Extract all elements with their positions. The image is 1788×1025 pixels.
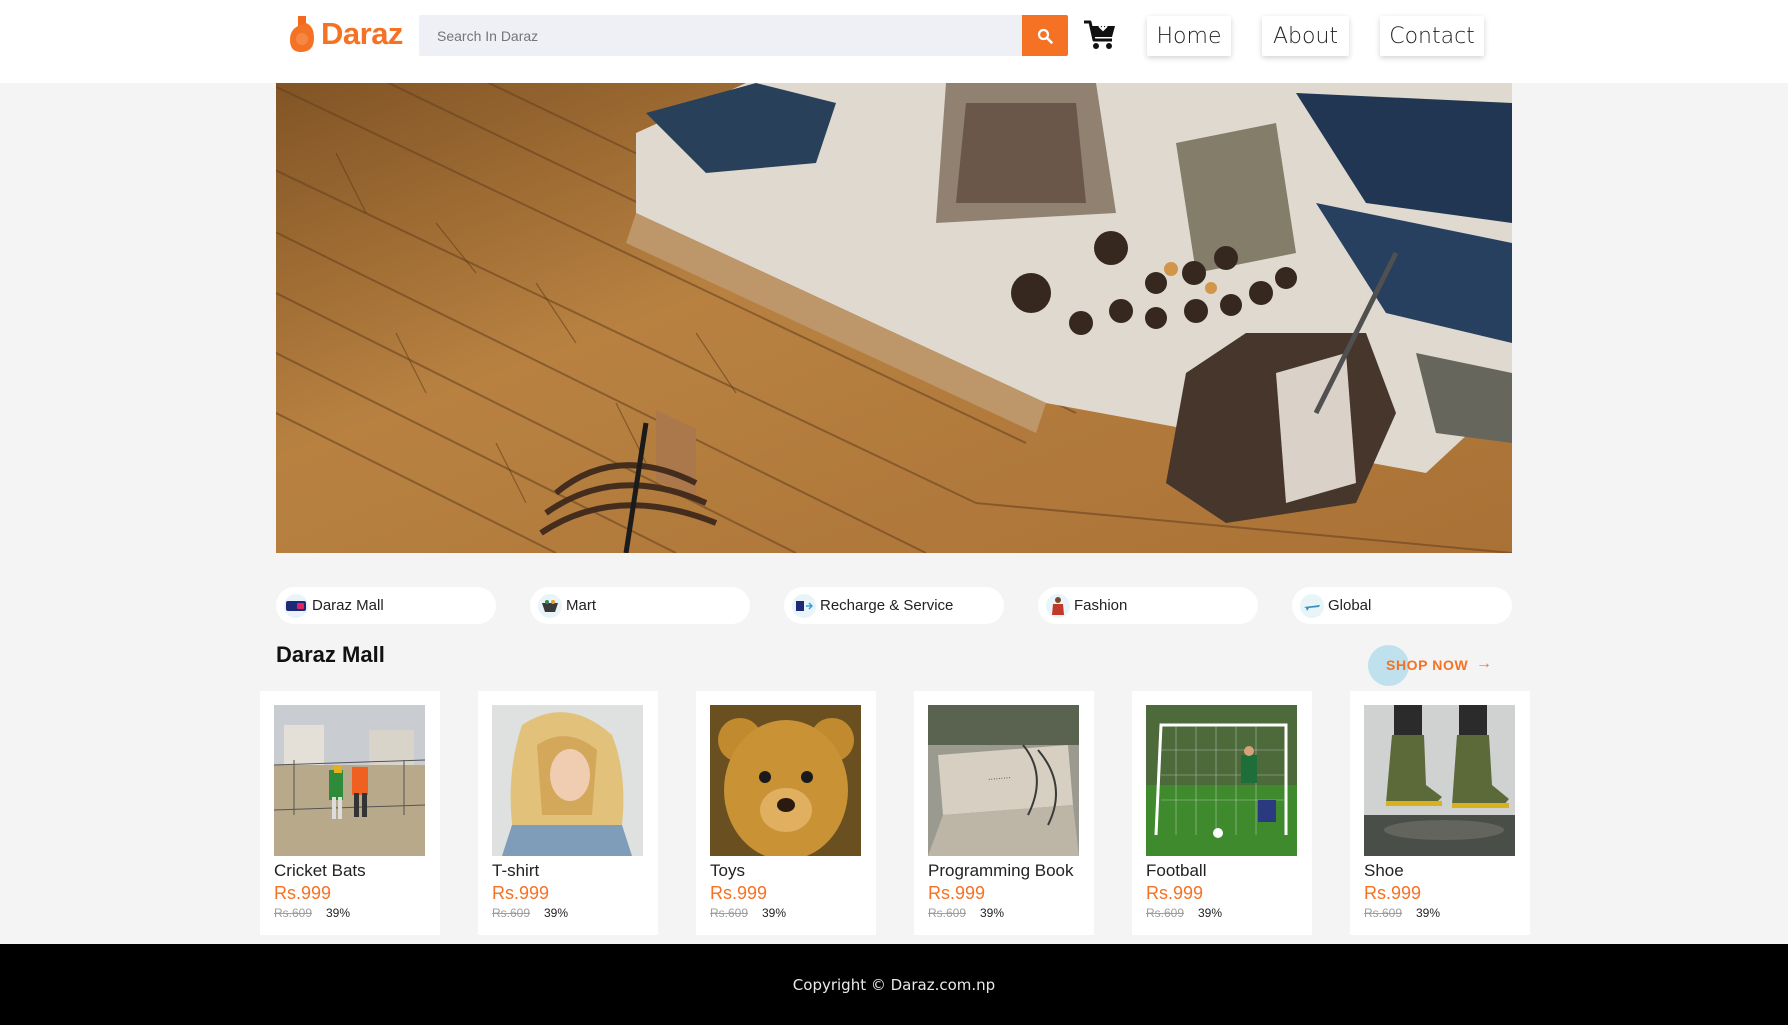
daraz-logo[interactable]: Daraz: [289, 13, 403, 55]
hero-banner: [276, 83, 1512, 553]
product-discount: 39%: [980, 906, 1005, 920]
product-image-shoe: [1364, 705, 1515, 856]
product-image-toys: [710, 705, 861, 856]
product-card[interactable]: Cricket Bats Rs.999 Rs.609 39%: [260, 691, 440, 935]
product-card[interactable]: ......... Programming Book Rs.999 Rs.609…: [914, 691, 1094, 935]
product-discount: 39%: [1416, 906, 1441, 920]
product-price: Rs.999: [710, 883, 768, 903]
product-name: Programming Book: [928, 861, 1074, 880]
copyright-text: Copyright © Daraz.com.np: [792, 975, 996, 994]
shop-now-label: SHOP NOW: [1386, 657, 1469, 673]
category-label: Mart: [566, 597, 596, 614]
category-label: Recharge & Service: [820, 597, 954, 614]
cart-icon[interactable]: [1082, 18, 1118, 52]
category-daraz-mall[interactable]: Daraz Mall: [276, 587, 496, 624]
product-image-book: .........: [928, 705, 1079, 856]
search-icon: [1037, 28, 1053, 44]
daraz-logo-icon: [290, 16, 314, 52]
search-button[interactable]: [1022, 15, 1068, 56]
category-mart[interactable]: Mart: [530, 587, 750, 624]
daraz-mall-icon: [284, 593, 308, 618]
product-price: Rs.999: [1364, 883, 1422, 903]
global-plane-icon: [1300, 593, 1324, 618]
search-input[interactable]: [419, 15, 1022, 56]
product-old-price: Rs.609: [928, 906, 967, 920]
logo-text: Daraz: [321, 16, 403, 51]
category-label: Daraz Mall: [312, 597, 384, 614]
mart-basket-icon: [538, 593, 562, 618]
product-card[interactable]: Shoe Rs.999 Rs.609 39%: [1350, 691, 1530, 935]
product-name: T-shirt: [492, 861, 540, 880]
fashion-icon: [1046, 593, 1070, 618]
product-name: Toys: [710, 861, 745, 880]
section-title: Daraz Mall: [276, 642, 385, 667]
product-card[interactable]: T-shirt Rs.999 Rs.609 39%: [478, 691, 658, 935]
site-header: Daraz Home About Contact: [0, 0, 1788, 83]
product-price: Rs.999: [274, 883, 332, 903]
product-discount: 39%: [1198, 906, 1223, 920]
nav-about[interactable]: About: [1262, 16, 1349, 56]
category-global[interactable]: Global: [1292, 587, 1512, 624]
nav-contact[interactable]: Contact: [1380, 16, 1484, 56]
product-name: Shoe: [1364, 861, 1404, 880]
category-recharge-service[interactable]: Recharge & Service: [784, 587, 1004, 624]
product-discount: 39%: [762, 906, 787, 920]
product-old-price: Rs.609: [274, 906, 313, 920]
site-footer: Copyright © Daraz.com.np: [0, 944, 1788, 1025]
product-name: Cricket Bats: [274, 861, 366, 880]
product-image-cricket: [274, 705, 425, 856]
nav-home[interactable]: Home: [1147, 16, 1231, 56]
product-discount: 39%: [544, 906, 569, 920]
category-label: Fashion: [1074, 597, 1128, 614]
recharge-icon: [792, 593, 816, 618]
product-old-price: Rs.609: [492, 906, 531, 920]
product-image-tshirt: [492, 705, 643, 856]
category-fashion[interactable]: Fashion: [1038, 587, 1258, 624]
product-card[interactable]: Toys Rs.999 Rs.609 39%: [696, 691, 876, 935]
shop-now-button[interactable]: SHOP NOW →: [1368, 645, 1498, 686]
product-image-football: [1146, 705, 1297, 856]
product-discount: 39%: [326, 906, 351, 920]
product-name: Football: [1146, 861, 1207, 880]
product-old-price: Rs.609: [1146, 906, 1185, 920]
product-card[interactable]: Football Rs.999 Rs.609 39%: [1132, 691, 1312, 935]
product-old-price: Rs.609: [710, 906, 749, 920]
category-label: Global: [1328, 597, 1372, 614]
product-price: Rs.999: [492, 883, 550, 903]
product-old-price: Rs.609: [1364, 906, 1403, 920]
arrow-right-icon: →: [1476, 655, 1492, 672]
product-price: Rs.999: [1146, 883, 1204, 903]
product-price: Rs.999: [928, 883, 986, 903]
hero-store-image: [276, 83, 1512, 553]
